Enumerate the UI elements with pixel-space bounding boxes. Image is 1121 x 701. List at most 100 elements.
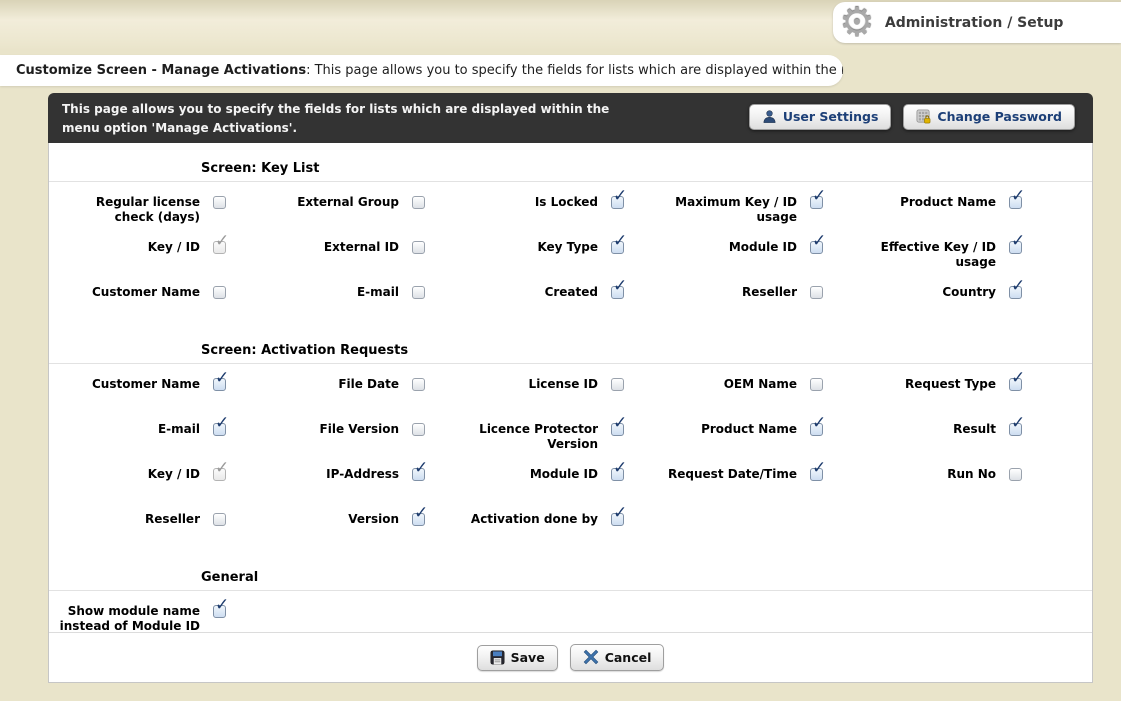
field-label: Created bbox=[454, 285, 598, 300]
field-cell: File Version bbox=[255, 416, 454, 461]
field-checkbox[interactable] bbox=[810, 423, 823, 436]
field-cell: Request Type bbox=[852, 371, 1051, 416]
field-cell: External Group bbox=[255, 189, 454, 234]
field-cell: File Date bbox=[255, 371, 454, 416]
field-cell: Customer Name bbox=[56, 279, 255, 324]
field-label: Result bbox=[852, 422, 996, 437]
main-panel: This page allows you to specify the fiel… bbox=[48, 93, 1093, 683]
field-checkbox[interactable] bbox=[412, 513, 425, 526]
field-checkbox bbox=[213, 468, 226, 481]
breadcrumb-description: : This page allows you to specify the fi… bbox=[306, 63, 843, 78]
field-cell: Module ID bbox=[454, 461, 653, 506]
cancel-x-icon bbox=[583, 649, 599, 665]
field-checkbox[interactable] bbox=[1009, 423, 1022, 436]
breadcrumb-title: Customize Screen - Manage Activations bbox=[16, 63, 306, 78]
field-cell: Product Name bbox=[653, 416, 852, 461]
field-checkbox[interactable] bbox=[611, 423, 624, 436]
field-checkbox[interactable] bbox=[213, 423, 226, 436]
field-cell: Reseller bbox=[653, 279, 852, 324]
field-grid: Customer Name File DateLicense ID OEM Name… bbox=[56, 371, 1049, 551]
field-cell: External ID bbox=[255, 234, 454, 279]
field-checkbox[interactable] bbox=[1009, 378, 1022, 391]
field-label: Run No bbox=[852, 467, 996, 482]
field-checkbox[interactable] bbox=[412, 241, 425, 254]
save-floppy-icon bbox=[490, 650, 505, 665]
field-cell: OEM Name bbox=[653, 371, 852, 416]
field-checkbox[interactable] bbox=[412, 286, 425, 299]
field-checkbox[interactable] bbox=[213, 196, 226, 209]
field-checkbox[interactable] bbox=[213, 286, 226, 299]
admin-setup-panel[interactable]: ⚙ Administration / Setup bbox=[833, 2, 1121, 43]
section-title: Screen: Activation Requests bbox=[49, 326, 1092, 364]
field-cell: Effective Key / ID usage bbox=[852, 234, 1051, 279]
field-label: Key Type bbox=[454, 240, 598, 255]
field-checkbox[interactable] bbox=[412, 196, 425, 209]
field-label: OEM Name bbox=[653, 377, 797, 392]
field-cell: Reseller bbox=[56, 506, 255, 551]
field-cell: Activation done by bbox=[454, 506, 653, 551]
field-checkbox[interactable] bbox=[810, 468, 823, 481]
field-checkbox[interactable] bbox=[213, 605, 226, 618]
field-label: E-mail bbox=[255, 285, 399, 300]
footer-bar: Save Cancel bbox=[49, 632, 1092, 682]
field-checkbox[interactable] bbox=[611, 468, 624, 481]
field-checkbox[interactable] bbox=[412, 468, 425, 481]
field-cell: Result bbox=[852, 416, 1051, 461]
panel-header: This page allows you to specify the fiel… bbox=[48, 93, 1093, 143]
field-label: License ID bbox=[454, 377, 598, 392]
field-cell: License ID bbox=[454, 371, 653, 416]
field-checkbox[interactable] bbox=[611, 378, 624, 391]
field-cell: Request Date/Time bbox=[653, 461, 852, 506]
save-button[interactable]: Save bbox=[477, 645, 558, 671]
gear-icon: ⚙ bbox=[839, 4, 875, 42]
field-checkbox[interactable] bbox=[1009, 196, 1022, 209]
field-cell: Customer Name bbox=[56, 371, 255, 416]
field-cell: Run No bbox=[852, 461, 1051, 506]
change-password-label: Change Password bbox=[937, 109, 1062, 124]
field-checkbox[interactable] bbox=[213, 513, 226, 526]
sections: Screen: Key ListRegular license check (d… bbox=[49, 144, 1092, 643]
field-checkbox[interactable] bbox=[412, 423, 425, 436]
field-label: Licence Protector Version bbox=[454, 422, 598, 452]
field-checkbox[interactable] bbox=[611, 286, 624, 299]
field-label: Request Date/Time bbox=[653, 467, 797, 482]
cancel-button[interactable]: Cancel bbox=[570, 644, 665, 671]
field-label: Key / ID bbox=[56, 467, 200, 482]
field-checkbox[interactable] bbox=[611, 513, 624, 526]
field-cell: E-mail bbox=[56, 416, 255, 461]
field-checkbox bbox=[213, 241, 226, 254]
user-settings-button[interactable]: User Settings bbox=[749, 104, 892, 130]
field-cell: Product Name bbox=[852, 189, 1051, 234]
field-label: Country bbox=[852, 285, 996, 300]
field-label: Regular license check (days) bbox=[56, 195, 200, 225]
field-checkbox[interactable] bbox=[810, 196, 823, 209]
field-checkbox[interactable] bbox=[810, 241, 823, 254]
user-icon bbox=[762, 109, 777, 124]
field-cell: Regular license check (days) bbox=[56, 189, 255, 234]
field-checkbox[interactable] bbox=[611, 241, 624, 254]
top-bar: ⚙ Administration / Setup bbox=[0, 0, 1121, 50]
field-checkbox[interactable] bbox=[1009, 468, 1022, 481]
field-cell: IP-Address bbox=[255, 461, 454, 506]
field-label: Key / ID bbox=[56, 240, 200, 255]
field-checkbox[interactable] bbox=[1009, 286, 1022, 299]
field-label: Show module name instead of Module ID bbox=[56, 604, 200, 634]
field-checkbox[interactable] bbox=[611, 196, 624, 209]
field-label: Reseller bbox=[653, 285, 797, 300]
field-checkbox[interactable] bbox=[810, 286, 823, 299]
field-cell: Licence Protector Version bbox=[454, 416, 653, 461]
field-checkbox[interactable] bbox=[810, 378, 823, 391]
cancel-label: Cancel bbox=[605, 650, 652, 665]
field-label: Customer Name bbox=[56, 285, 200, 300]
field-cell: Key / ID bbox=[56, 234, 255, 279]
field-checkbox[interactable] bbox=[412, 378, 425, 391]
field-cell: Country bbox=[852, 279, 1051, 324]
field-cell: Maximum Key / ID usage bbox=[653, 189, 852, 234]
field-checkbox[interactable] bbox=[213, 378, 226, 391]
field-label: IP-Address bbox=[255, 467, 399, 482]
section-title: General bbox=[49, 553, 1092, 591]
save-label: Save bbox=[511, 650, 545, 665]
change-password-button[interactable]: Change Password bbox=[903, 104, 1075, 130]
field-checkbox[interactable] bbox=[1009, 241, 1022, 254]
field-label: Customer Name bbox=[56, 377, 200, 392]
